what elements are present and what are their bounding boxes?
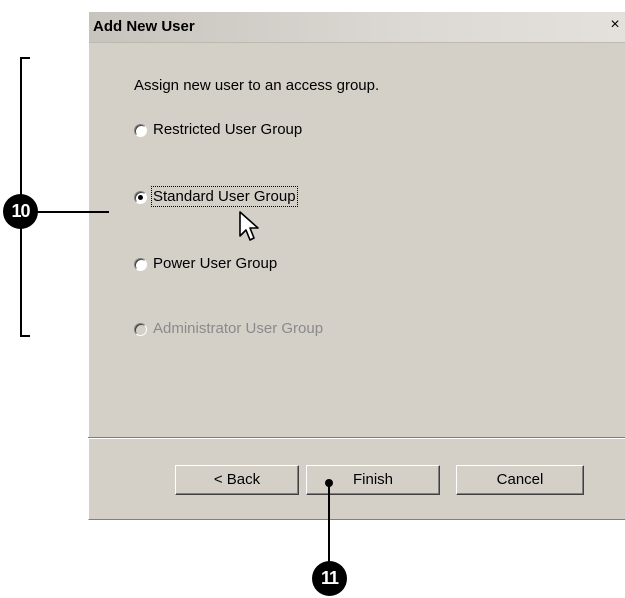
radio-button[interactable] (134, 258, 147, 271)
radio-label: Power User Group (153, 255, 278, 272)
callout-11-dot (325, 479, 333, 487)
callout-11-line (328, 482, 330, 564)
callout-10-badge: 10 (3, 194, 38, 229)
radio-label: Restricted User Group (153, 121, 303, 138)
radio-button[interactable] (134, 124, 147, 137)
mouse-pointer-icon (239, 211, 259, 241)
radio-selected-dot (138, 195, 143, 200)
cancel-button[interactable]: Cancel (456, 465, 584, 495)
callout-10-line (36, 211, 109, 213)
close-icon[interactable]: × (607, 17, 623, 33)
dialog-title: Add New User (93, 18, 195, 35)
radio-button (134, 323, 147, 336)
back-button[interactable]: < Back (175, 465, 299, 495)
prompt-text: Assign new user to an access group. (134, 77, 380, 94)
radio-label: Standard User Group (151, 186, 298, 207)
callout-11-badge: 11 (312, 561, 347, 596)
title-bar: Add New User × (89, 12, 625, 43)
radio-label: Administrator User Group (153, 320, 324, 337)
separator-highlight (88, 438, 625, 439)
radio-button[interactable] (134, 191, 147, 204)
